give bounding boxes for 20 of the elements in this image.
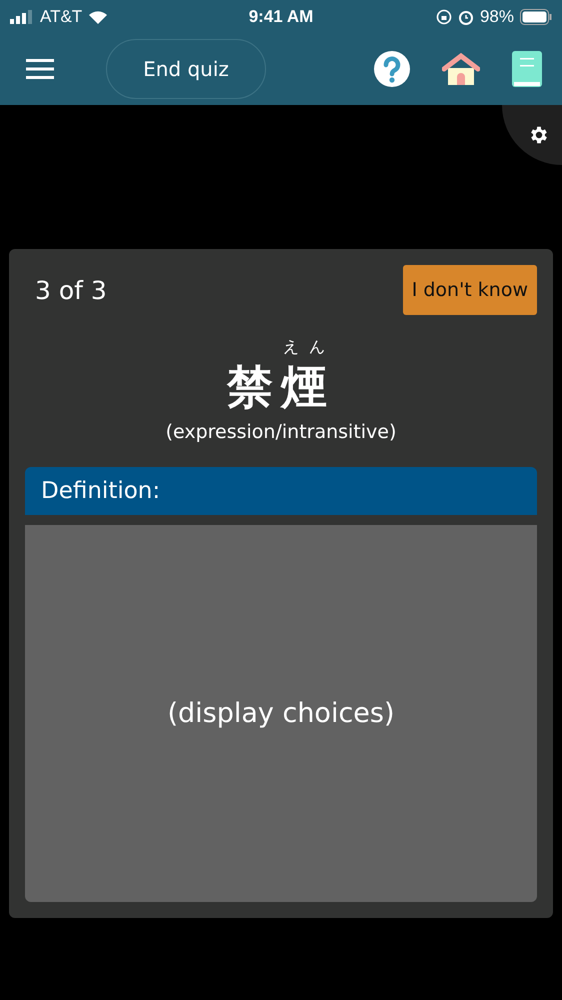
choices-area: (display choices) <box>25 525 537 902</box>
progress-counter: 3 of 3 <box>35 276 107 304</box>
kanji-character: 煙 <box>281 359 327 415</box>
dont-know-button[interactable]: I don't know <box>402 265 537 315</box>
part-of-speech: (expression/intransitive) <box>164 421 398 443</box>
alarm-icon <box>458 8 474 24</box>
end-quiz-button[interactable]: End quiz <box>106 39 266 99</box>
home-icon[interactable] <box>442 53 480 85</box>
clock-time: 9:41 AM <box>248 6 314 26</box>
menu-icon[interactable] <box>26 59 54 79</box>
battery-icon <box>520 8 552 24</box>
signal-icon <box>10 10 34 24</box>
definition-header: Definition: <box>25 467 537 515</box>
furigana-reading: えん <box>283 337 335 358</box>
wifi-icon <box>88 10 108 24</box>
help-icon[interactable] <box>374 51 410 87</box>
rotation-lock-icon <box>436 8 452 24</box>
carrier-name: AT&T <box>40 6 82 26</box>
kanji-character: 禁 <box>227 359 273 415</box>
battery-percent: 98% <box>480 6 514 26</box>
